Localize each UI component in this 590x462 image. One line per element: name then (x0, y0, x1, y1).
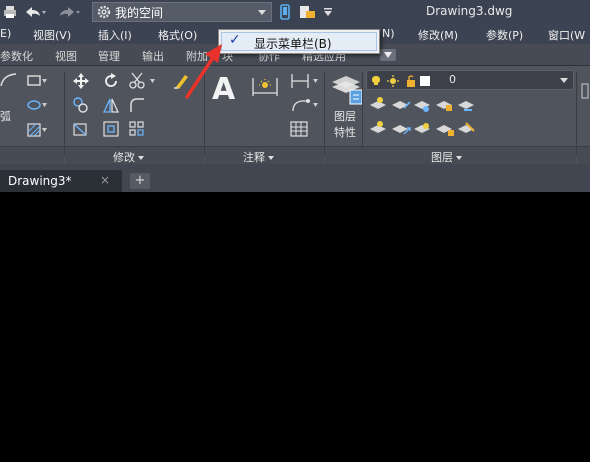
hatch-icon[interactable] (26, 122, 48, 138)
layer-dropdown[interactable]: 0 (366, 70, 574, 90)
phone-icon[interactable] (278, 4, 292, 20)
layer-tools-row-1[interactable] (368, 96, 488, 114)
fillet-icon[interactable] (128, 96, 146, 114)
layer-tools-row-2[interactable] (368, 120, 488, 138)
array-icon[interactable] (128, 120, 146, 138)
document-tab-bar: Drawing3* × + (0, 164, 590, 192)
tab-view[interactable]: 视图 (55, 48, 77, 64)
erase-icon[interactable] (172, 72, 190, 90)
ellipse-icon[interactable] (26, 98, 48, 112)
menu-item-insert[interactable]: 插入(I) (98, 27, 132, 43)
draw-arc-label: 弧 (0, 110, 11, 123)
gear-icon (97, 5, 111, 19)
undo-icon[interactable] (22, 4, 48, 20)
workspace-name: 我的空间 (115, 5, 164, 20)
workspace-dropdown[interactable]: 我的空间 (92, 2, 272, 22)
scale-icon[interactable] (102, 120, 120, 138)
panel-overflow-icon[interactable] (580, 82, 590, 100)
print-icon[interactable] (2, 4, 18, 20)
redo-icon[interactable] (56, 4, 82, 20)
menu-item-parametric[interactable]: 参数(P) (486, 27, 523, 43)
close-icon[interactable]: × (100, 173, 110, 187)
document-tab-drawing3[interactable]: Drawing3* × (0, 170, 122, 192)
dimension-icon[interactable] (250, 76, 280, 100)
tab-output[interactable]: 输出 (142, 48, 164, 64)
context-menu: ✓ 显示菜单栏(B) (218, 29, 380, 54)
leader-icon[interactable] (290, 96, 320, 114)
menu-item-format[interactable]: 格式(O) (158, 27, 197, 43)
drawing-canvas[interactable] (0, 192, 590, 462)
chevron-down-icon (456, 156, 462, 160)
menu-item-view[interactable]: 视图(V) (33, 27, 71, 43)
linear-dimension-icon[interactable] (290, 72, 320, 90)
modify-panel-title[interactable]: 修改 (113, 149, 144, 165)
copy-icon[interactable] (72, 96, 90, 114)
tab-options-icon[interactable] (380, 49, 396, 61)
move-icon[interactable] (72, 72, 90, 90)
customize-quick-access-icon[interactable] (322, 4, 334, 20)
show-menubar-label: 显示菜单栏(B) (254, 37, 332, 51)
mirror-icon[interactable] (102, 96, 120, 114)
stretch-icon[interactable] (72, 120, 90, 138)
ribbon-panels: 弧 A 图层 特性 0 修改 注释 图层 (0, 66, 590, 164)
layer-properties-label-1: 图层 (334, 110, 356, 123)
layer-state-icons (372, 75, 430, 87)
rectangle-icon[interactable] (26, 74, 48, 88)
current-layer-name: 0 (449, 73, 456, 86)
tab-parametric[interactable]: 参数化 (0, 48, 33, 64)
show-menubar-menu-item[interactable]: ✓ 显示菜单栏(B) (221, 32, 377, 51)
tab-addins[interactable]: 附加 (186, 48, 208, 64)
annotate-panel-title[interactable]: 注释 (243, 149, 274, 165)
chevron-down-icon (138, 156, 144, 160)
layer-properties-icon[interactable] (330, 70, 364, 106)
text-tool-icon[interactable]: A (212, 72, 235, 107)
overflow-panel-footer (577, 146, 590, 164)
tab-manage[interactable]: 管理 (98, 48, 120, 64)
table-icon[interactable] (290, 120, 308, 138)
document-tab-label: Drawing3* (8, 174, 72, 188)
layer-properties-label-2: 特性 (334, 126, 356, 139)
menu-item-dimension[interactable]: N) (382, 27, 395, 40)
checkmark-icon: ✓ (229, 32, 241, 48)
arc-icon[interactable] (0, 72, 18, 88)
trim-icon[interactable] (128, 72, 158, 90)
draw-panel-footer (0, 146, 64, 164)
title-bar: 我的空间 Drawing3.dwg (0, 0, 590, 24)
chevron-down-icon (560, 78, 568, 83)
chevron-down-icon (258, 10, 266, 15)
menu-item-modify[interactable]: 修改(M) (418, 27, 458, 43)
chevron-down-icon (268, 156, 274, 160)
menu-item-edit[interactable]: E) (0, 27, 11, 40)
rotate-icon[interactable] (102, 72, 120, 90)
document-title: Drawing3.dwg (426, 4, 513, 18)
layer-panel-title[interactable]: 图层 (431, 149, 462, 165)
menu-item-window[interactable]: 窗口(W (548, 27, 585, 43)
share-icon[interactable] (298, 4, 318, 20)
new-tab-button[interactable]: + (130, 173, 150, 189)
